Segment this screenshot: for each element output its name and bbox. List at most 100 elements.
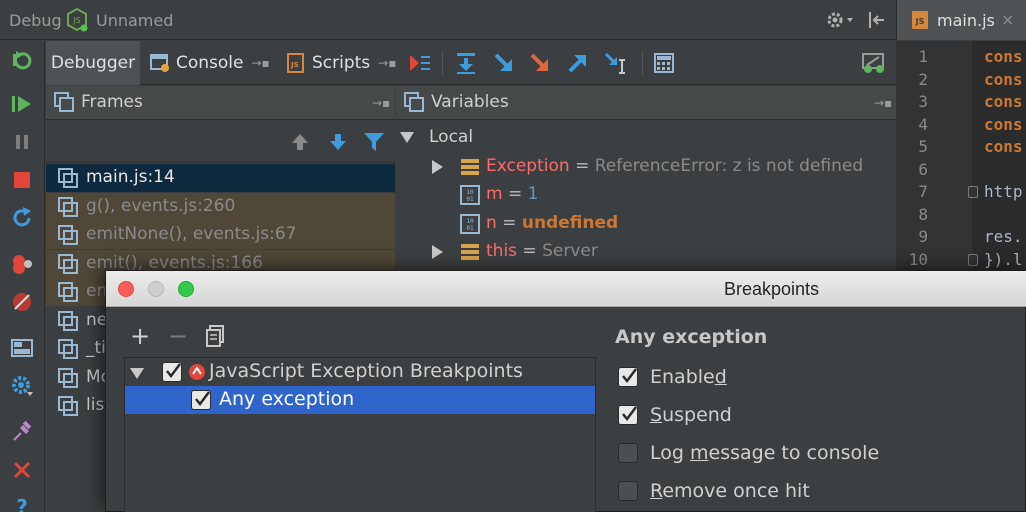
remove-breakpoint-button[interactable]: − xyxy=(166,322,190,350)
variable-row[interactable]: 10 01 n = undefined xyxy=(396,210,896,238)
variable-equals: = xyxy=(517,241,543,261)
close-debug-button[interactable] xyxy=(8,457,36,483)
tab-debugger[interactable]: Debugger xyxy=(46,41,140,85)
log-message-option[interactable]: Log message to console xyxy=(618,440,1018,468)
variable-row[interactable]: 10 01 m = 1 xyxy=(396,181,896,209)
connection-status-button[interactable] xyxy=(860,50,888,76)
frame-row[interactable]: main.js:14 xyxy=(46,164,395,192)
frame-label: main.js:14 xyxy=(86,167,175,187)
svg-text:01: 01 xyxy=(466,196,474,203)
step-into-button[interactable] xyxy=(490,50,518,76)
line-number: 2 xyxy=(918,70,928,89)
suspend-option[interactable]: Suspend xyxy=(618,402,1018,430)
run-to-cursor-button[interactable] xyxy=(602,50,630,76)
variable-name: n xyxy=(486,213,497,233)
debug-settings-button[interactable] xyxy=(8,373,36,399)
svg-text:JS: JS xyxy=(915,17,925,26)
collapse-icon[interactable] xyxy=(130,368,144,379)
code-line: cons xyxy=(984,137,1023,156)
refresh-icon xyxy=(13,207,31,227)
pin-panel-icon[interactable]: →▪ xyxy=(372,96,390,110)
close-window-button[interactable] xyxy=(118,281,134,297)
suspend-checkbox[interactable] xyxy=(618,405,638,425)
stop-button[interactable] xyxy=(8,167,36,193)
maximize-window-button[interactable] xyxy=(178,281,194,297)
add-breakpoint-button[interactable]: + xyxy=(128,322,152,350)
pin-icon xyxy=(13,420,32,441)
view-breakpoints-button[interactable] xyxy=(8,251,36,277)
frames-title: Frames xyxy=(81,92,143,112)
show-execution-point-button[interactable] xyxy=(406,50,434,76)
frame-icon xyxy=(58,282,78,302)
fold-marker-icon[interactable] xyxy=(968,186,978,198)
next-frame-button[interactable] xyxy=(326,131,350,153)
variable-equals: = xyxy=(502,184,528,204)
exception-breakpoints-group[interactable]: JavaScript Exception Breakpoints xyxy=(125,358,595,386)
tab-scripts-label: Scripts xyxy=(312,53,371,73)
variable-row[interactable]: Exception = ReferenceError: z is not def… xyxy=(396,153,896,181)
any-exception-enabled-checkbox[interactable] xyxy=(191,390,211,410)
code-editor[interactable]: 1 2 3 4 5 6 7 8 9 10 cons cons cons cons… xyxy=(896,41,1026,273)
javascript-file-icon: JS xyxy=(912,11,928,29)
step-out-button[interactable] xyxy=(564,50,592,76)
force-step-into-button[interactable] xyxy=(526,50,554,76)
reconnect-button[interactable] xyxy=(8,205,36,231)
collapse-icon[interactable] xyxy=(400,132,414,143)
frame-icon xyxy=(58,225,78,245)
frame-row[interactable]: g(), events.js:260 xyxy=(46,192,395,221)
editor-tab-main-js[interactable]: JS main.js × xyxy=(897,0,1026,40)
breakpoints-tree: JavaScript Exception Breakpoints Any exc… xyxy=(124,357,596,512)
minimize-window-button[interactable] xyxy=(148,281,164,297)
mute-breakpoints-button[interactable] xyxy=(8,289,36,315)
group-by-file-button[interactable] xyxy=(204,323,228,349)
console-icon xyxy=(150,54,169,72)
any-exception-breakpoint[interactable]: Any exception xyxy=(125,386,595,414)
dialog-title-bar: Breakpoints xyxy=(106,271,1026,307)
rerun-button[interactable] xyxy=(8,47,36,73)
frame-row[interactable]: emitNone(), events.js:67 xyxy=(46,221,395,249)
pin-tab-icon[interactable]: →▪ xyxy=(378,56,396,70)
pin-tab-button[interactable] xyxy=(8,419,36,445)
pin-tab-icon[interactable]: →▪ xyxy=(252,56,270,70)
group-enabled-checkbox[interactable] xyxy=(162,362,182,382)
pause-button[interactable] xyxy=(8,129,36,155)
breakpoint-details-title: Any exception xyxy=(615,326,768,348)
close-icon xyxy=(13,461,31,479)
restore-layout-button[interactable] xyxy=(8,335,36,361)
frame-icon xyxy=(58,168,78,188)
variable-row[interactable]: this = Server xyxy=(396,238,896,266)
enabled-checkbox[interactable] xyxy=(618,367,638,387)
remove-once-hit-option[interactable]: Remove once hit xyxy=(618,478,1018,506)
settings-gear-icon[interactable] xyxy=(824,9,856,31)
fold-marker-icon[interactable] xyxy=(968,254,978,266)
previous-frame-button[interactable] xyxy=(288,131,312,153)
frames-toolbar xyxy=(46,121,395,163)
close-tab-icon[interactable]: × xyxy=(1001,10,1014,29)
tab-scripts[interactable]: JS Scripts →▪ xyxy=(286,41,408,85)
help-button[interactable]: ? xyxy=(8,493,36,512)
line-number: 4 xyxy=(918,115,928,134)
resume-button[interactable] xyxy=(8,91,36,117)
variable-value: ReferenceError: z is not defined xyxy=(594,156,864,176)
enabled-option[interactable]: Enabled xyxy=(618,364,1018,392)
frame-icon xyxy=(58,310,78,331)
step-over-button[interactable] xyxy=(452,50,480,76)
remove-once-hit-checkbox[interactable] xyxy=(618,481,638,501)
filter-icon xyxy=(364,133,384,151)
expand-icon[interactable] xyxy=(432,245,443,259)
tab-console[interactable]: Console →▪ xyxy=(150,41,280,85)
evaluate-expression-button[interactable] xyxy=(650,50,678,76)
variables-header: Variables →▪ xyxy=(396,86,896,120)
hide-panel-icon[interactable] xyxy=(864,9,888,31)
debug-side-toolbar: ? xyxy=(0,41,45,512)
mute-breakpoints-icon xyxy=(13,293,31,311)
log-message-checkbox[interactable] xyxy=(618,443,638,463)
local-scope-row[interactable]: Local xyxy=(396,124,896,152)
execution-point-icon xyxy=(410,55,430,71)
tab-debugger-label: Debugger xyxy=(50,53,136,73)
filter-frames-button[interactable] xyxy=(362,131,386,153)
object-variable-icon xyxy=(461,244,479,260)
object-variable-icon xyxy=(461,159,479,175)
expand-icon[interactable] xyxy=(432,160,443,174)
pin-panel-icon[interactable]: →▪ xyxy=(874,96,892,110)
